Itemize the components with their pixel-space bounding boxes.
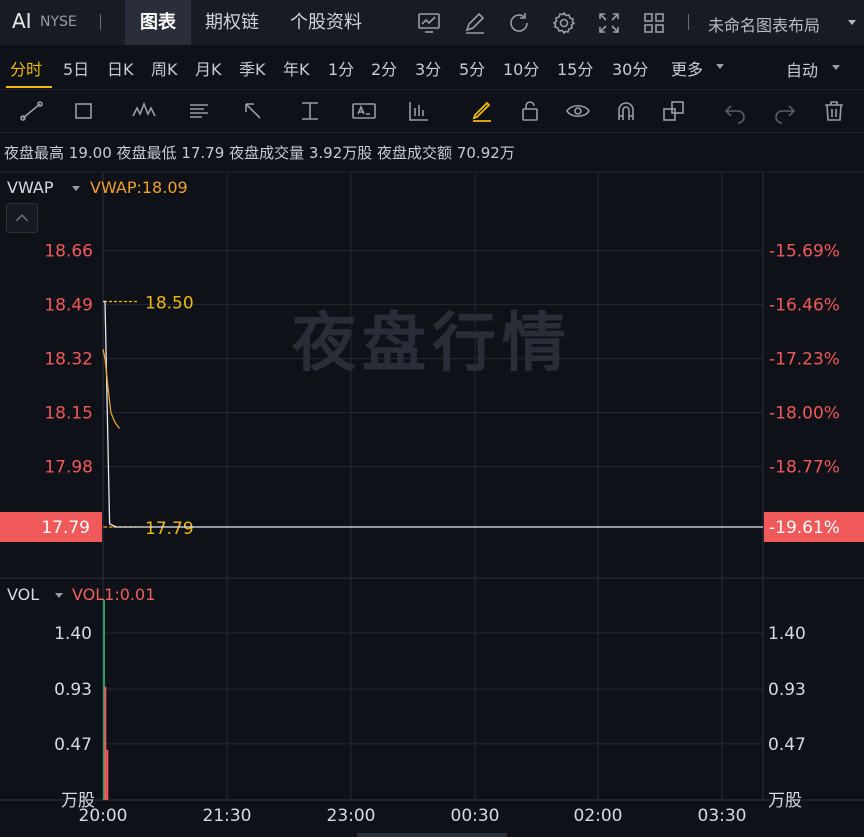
- y-tick-label: 17.98: [44, 458, 93, 478]
- y-tick-label-percent: -17.23%: [769, 350, 840, 370]
- y-tick-label: 18.15: [44, 404, 93, 424]
- y-tick-label-percent: -16.46%: [769, 296, 840, 316]
- chevron-down-icon[interactable]: [72, 186, 80, 191]
- x-tick-label: 00:30: [451, 806, 500, 826]
- vol-y-tick-label: 0.47: [54, 735, 92, 755]
- y-tick-label: 18.32: [44, 350, 93, 370]
- y-tick-label: 18.49: [44, 296, 93, 316]
- volume-bar: [106, 749, 109, 800]
- x-tick-label: 23:00: [327, 806, 376, 826]
- chevron-down-icon[interactable]: [55, 593, 63, 598]
- vol-y-tick-label: 0.93: [54, 680, 92, 700]
- y-tick-label-percent: -15.69%: [769, 242, 840, 262]
- current-pct-label: -19.61%: [769, 518, 840, 538]
- vwap-indicator-name[interactable]: VWAP: [7, 178, 53, 197]
- y-tick-label-percent: -18.77%: [769, 458, 840, 478]
- vol-unit-label-right: 万股: [768, 791, 802, 811]
- annotation-label: 18.50: [145, 293, 194, 313]
- vol-indicator-name[interactable]: VOL: [7, 585, 39, 604]
- vol-y-tick-label: 1.40: [54, 624, 92, 644]
- x-tick-label: 20:00: [79, 806, 128, 826]
- x-tick-label: 21:30: [203, 806, 252, 826]
- chevron-up-icon: [15, 214, 29, 222]
- annotation-label: 17.79: [145, 519, 194, 539]
- y-tick-label: 18.66: [44, 242, 93, 262]
- vol-y-tick-label-right: 0.93: [768, 680, 806, 700]
- vol-y-tick-label-right: 1.40: [768, 624, 806, 644]
- x-tick-label: 02:00: [574, 806, 623, 826]
- watermark-text: 夜盘行情: [291, 307, 572, 381]
- volume-bar: [104, 686, 107, 800]
- collapse-button[interactable]: [6, 203, 38, 233]
- chart-canvas[interactable]: 夜盘行情 18.66 18.49 18.32 18.15 17.98 -15.69% -16.…: [0, 0, 864, 837]
- current-price-label: 17.79: [41, 518, 90, 538]
- time-scrollbar: [357, 833, 507, 837]
- vwap-line: [102, 348, 121, 429]
- vol-indicator-value: VOL1:0.01: [72, 585, 156, 604]
- x-tick-label: 03:30: [698, 806, 747, 826]
- y-tick-label-percent: -18.00%: [769, 404, 840, 424]
- vwap-indicator-value: VWAP:18.09: [90, 178, 188, 197]
- vol-y-tick-label-right: 0.47: [768, 735, 806, 755]
